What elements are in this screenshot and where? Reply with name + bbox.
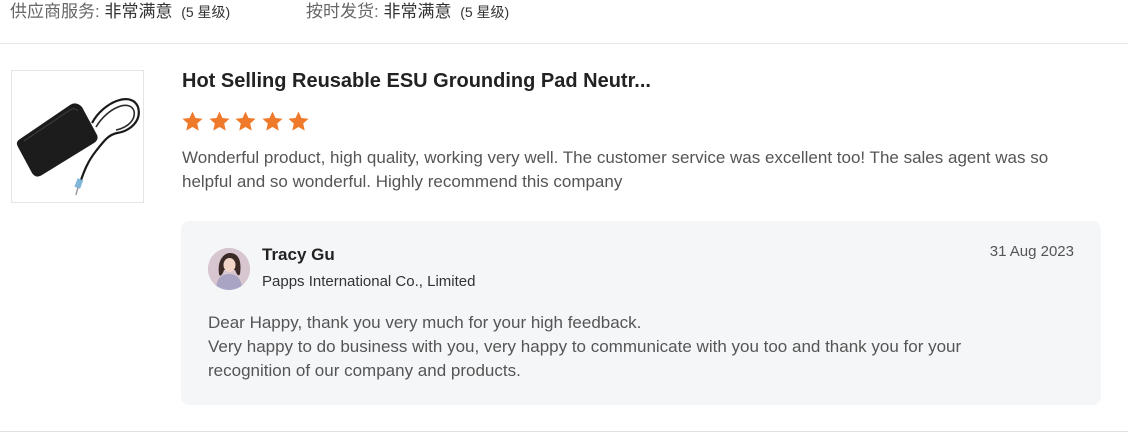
rating-label: 供应商服务: [10,2,100,21]
review-star-rating [181,110,314,134]
rating-label: 按时发货: [306,2,379,21]
product-thumbnail[interactable] [11,70,144,203]
star-icon [208,111,230,131]
replier-name: Tracy Gu [262,245,335,264]
reply-body: Dear Happy, thank you very much for your… [208,311,1048,383]
reply-line: Very happy to do business with you, very… [208,337,962,380]
supplier-reply-card: Tracy Gu Papps International Co., Limite… [181,221,1101,405]
avatar [208,248,250,290]
rating-value: 非常满意 [104,2,173,21]
product-title[interactable]: Hot Selling Reusable ESU Grounding Pad N… [182,68,651,94]
star-icon [288,111,309,131]
review-text: Wonderful product, high quality, working… [182,148,1049,191]
replier-company: Papps International Co., Limited [262,273,476,290]
rating-value: 非常满意 [383,2,452,21]
star-icon [235,111,256,131]
star-icon [182,111,203,131]
star-icon [261,111,283,131]
reply-date: 31 Aug 2023 [989,243,1074,260]
supplier-service-rating: 供应商服务: 非常满意 (5 星级) [10,0,230,24]
rating-stars-text: (5 星级) [181,4,231,20]
grounding-pad-image [16,98,140,196]
divider [0,431,1128,432]
rating-stars-text: (5 星级) [460,4,510,20]
on-time-delivery-rating: 按时发货: 非常满意 (5 星级) [306,0,509,24]
reply-line: Dear Happy, thank you very much for your… [208,313,642,332]
avatar-image [208,248,250,290]
supplier-rating-strip: 供应商服务: 非常满意 (5 星级) 按时发货: 非常满意 (5 星级) [0,0,1128,44]
